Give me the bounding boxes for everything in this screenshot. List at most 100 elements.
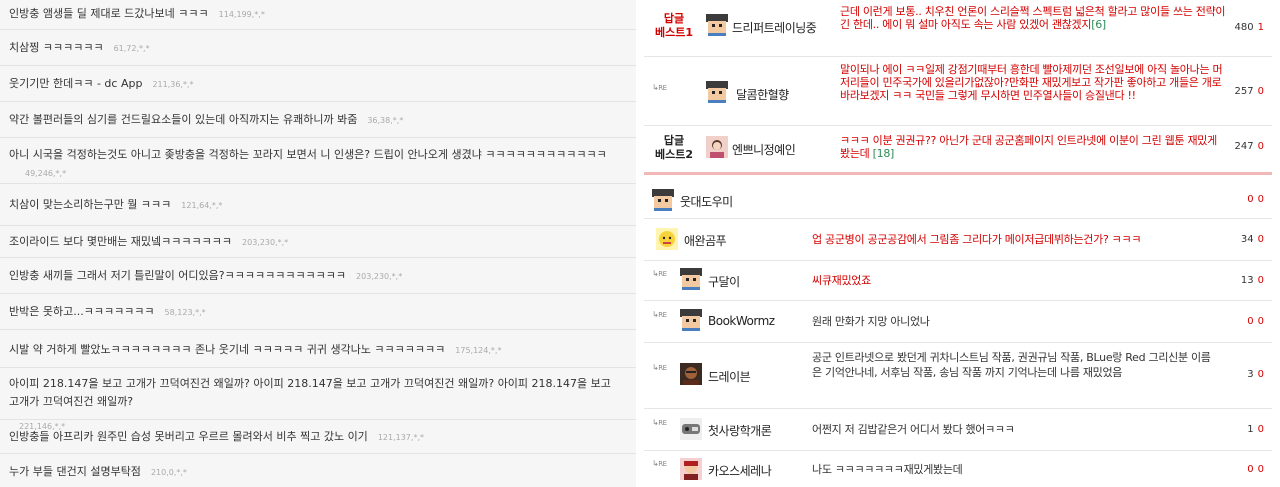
avatar bbox=[652, 189, 674, 211]
upvote-count: 247 bbox=[1234, 141, 1254, 152]
list-item: 인방충 앰생들 딜 제대로 드갔나보네 ㅋㅋㅋ 114,199,*,* bbox=[0, 0, 636, 30]
ip-address: 121,137,*,* bbox=[377, 433, 424, 442]
list-item: 치삼찡 ㅋㅋㅋㅋㅋㅋ 61,72,*,* bbox=[0, 30, 636, 66]
nickname[interactable]: 웃대도우미 bbox=[680, 193, 733, 210]
list-item: 반박은 못하고...ㅋㅋㅋㅋㅋㅋㅋ 58,123,*,* bbox=[0, 294, 636, 330]
downvote-count: 0 bbox=[1257, 234, 1264, 245]
comment-text: 약간 볼편러들의 심기를 건드릴요소들이 있는데 아직까지는 유쾌하니까 봐줌 bbox=[9, 113, 358, 126]
upvote-count: 1 bbox=[1247, 424, 1254, 435]
comment-text: 아니 시국을 걱정하는것도 아니고 좆방충을 걱정하는 꼬라지 보면서 니 인생… bbox=[9, 148, 607, 161]
nickname[interactable]: 달콤한혈향 bbox=[736, 86, 789, 103]
avatar bbox=[680, 418, 702, 440]
best-badge: 답글 베스트1 bbox=[654, 12, 693, 39]
best-comment-row: 답글 베스트1 드리퍼트레이닝중 근데 이런게 보통.. 치우친 언론이 스리슬쩍… bbox=[644, 0, 1272, 56]
downvote-count: 0 bbox=[1257, 369, 1264, 380]
avatar bbox=[680, 458, 702, 480]
reply-count[interactable]: [18] bbox=[873, 147, 895, 160]
avatar bbox=[706, 136, 728, 158]
avatar bbox=[706, 81, 728, 103]
downvote-count: 0 bbox=[1257, 86, 1264, 97]
comment-text: 근데 이런게 보통.. 치우친 언론이 스리슬쩍 스펙트럼 넓은척 할라고 많이… bbox=[840, 5, 1226, 31]
right-comment-panel: 답글 베스트1 드리퍼트레이닝중 근데 이런게 보통.. 치우친 언론이 스리슬쩍… bbox=[644, 0, 1280, 487]
list-item: 약간 볼편러들의 심기를 건드릴요소들이 있는데 아직까지는 유쾌하니까 봐줌 3… bbox=[0, 102, 636, 138]
list-item: ↳RE 첫사랑학개론 어쩐지 저 김밥같은거 어디서 봤다 했어ㅋㅋㅋ 10 bbox=[644, 409, 1272, 449]
nickname[interactable]: 구달이 bbox=[708, 273, 740, 290]
nickname[interactable]: 카오스세레나 bbox=[708, 462, 772, 479]
best-section-divider bbox=[644, 172, 1272, 175]
nickname[interactable]: 드리퍼트레이닝중 bbox=[732, 19, 817, 36]
upvote-count: 0 bbox=[1247, 194, 1254, 205]
list-item: 웃기기만 한데ㅋㅋ - dc App 211,36,*,* bbox=[0, 66, 636, 102]
best-badge: 답글 베스트2 bbox=[654, 134, 693, 161]
comment-text: 씨큐재밌었죠 bbox=[812, 274, 871, 287]
downvote-count: 0 bbox=[1257, 424, 1264, 435]
ip-address: 61,72,*,* bbox=[113, 44, 150, 53]
ip-address: 121,64,*,* bbox=[181, 201, 223, 210]
upvote-count: 257 bbox=[1234, 86, 1254, 97]
list-item: 인방충 새끼들 그래서 저기 틀린말이 어디있음?ㅋㅋㅋㅋㅋㅋㅋㅋㅋㅋㅋㅋ 203… bbox=[0, 258, 636, 294]
best-comment-row: 답글 베스트2 엔쁘니정예인 ㅋㅋㅋ 이분 권권규?? 아닌가 군대 공군홈페이지… bbox=[644, 126, 1272, 172]
comment-text: 원래 만화가 지망 아니었나 bbox=[812, 315, 930, 328]
ip-address: 36,38,*,* bbox=[367, 116, 404, 125]
comment-text: 어쩐지 저 김밥같은거 어디서 봤다 했어ㅋㅋㅋ bbox=[812, 423, 1015, 436]
comment-text: 누가 부들 댄건지 설명부탁점 bbox=[9, 465, 141, 478]
avatar bbox=[706, 14, 728, 36]
downvote-count: 0 bbox=[1257, 141, 1264, 152]
re-label: ↳RE bbox=[652, 418, 667, 427]
list-item: 치삼이 맞는소리하는구만 뭘 ㅋㅋㅋ 121,64,*,* bbox=[0, 184, 636, 226]
comment-text: 치삼찡 ㅋㅋㅋㅋㅋㅋ bbox=[9, 41, 104, 54]
comment-text: ㅋㅋㅋ 이분 권권규?? 아닌가 군대 공군홈페이지 인트라넷에 이분이 그린 … bbox=[840, 134, 1226, 160]
downvote-count: 0 bbox=[1257, 464, 1264, 475]
upvote-count: 0 bbox=[1247, 464, 1254, 475]
list-item: 웃대도우미 00 bbox=[644, 184, 1272, 216]
comment-text: 조이라이드 보다 몇만배는 재밌넼ㅋㅋㅋㅋㅋㅋㅋ bbox=[9, 235, 233, 248]
list-item: 아니 시국을 걱정하는것도 아니고 좆방충을 걱정하는 꼬라지 보면서 니 인생… bbox=[0, 138, 636, 184]
vote-stat: 30 bbox=[1247, 369, 1264, 380]
comment-body: ㅋㅋㅋ 이분 권권규?? 아닌가 군대 공군홈페이지 인트라넷에 이분이 그린 … bbox=[840, 134, 1217, 160]
list-item: 누가 부들 댄건지 설명부탁점 210,0,*,* bbox=[0, 454, 636, 487]
upvote-count: 480 bbox=[1234, 22, 1254, 33]
list-item: ↳RE 구달이 씨큐재밌었죠 13 0 bbox=[644, 261, 1272, 299]
list-item: 조이라이드 보다 몇만배는 재밌넼ㅋㅋㅋㅋㅋㅋㅋ 203,230,*,* bbox=[0, 226, 636, 258]
upvote-count: 3 bbox=[1247, 369, 1254, 380]
comment-text: 치삼이 맞는소리하는구만 뭘 ㅋㅋㅋ bbox=[9, 198, 172, 211]
avatar bbox=[656, 228, 678, 250]
comment-body: 근데 이런게 보통.. 치우친 언론이 스리슬쩍 스펙트럼 넓은척 할라고 많이… bbox=[840, 5, 1226, 31]
ip-address: 211,36,*,* bbox=[152, 80, 194, 89]
vote-stat: 00 bbox=[1247, 194, 1264, 205]
vote-stat: 480 1 bbox=[1235, 22, 1264, 33]
list-item: ↳RE 드레이븐 공군 인트라넷으로 봤던게 귀차니스트님 작품, 권권규님 작… bbox=[644, 343, 1272, 407]
comment-text: 반박은 못하고...ㅋㅋㅋㅋㅋㅋㅋ bbox=[9, 305, 155, 318]
list-item: ↳RE BookWormz 원래 만화가 지망 아니었나 00 bbox=[644, 301, 1272, 341]
comment-text: 인방충 앰생들 딜 제대로 드갔나보네 ㅋㅋㅋ bbox=[9, 7, 209, 20]
comment-text: 인방충 새끼들 그래서 저기 틀린말이 어디있음?ㅋㅋㅋㅋㅋㅋㅋㅋㅋㅋㅋㅋ bbox=[9, 269, 347, 282]
re-label: ↳RE bbox=[652, 363, 667, 372]
comment-text: 시발 약 거하게 빨았노ㅋㅋㅋㅋㅋㅋㅋㅋ 존나 웃기네 ㅋㅋㅋㅋㅋ 귀귀 생각나… bbox=[9, 343, 446, 356]
ip-address: 210,0,*,* bbox=[150, 468, 187, 477]
ip-address: 175,124,*,* bbox=[455, 346, 502, 355]
comment-text: 공군 인트라넷으로 봤던게 귀차니스트님 작품, 권권규님 작품, BLue랑 … bbox=[812, 351, 1211, 379]
ip-address: 114,199,*,* bbox=[218, 10, 265, 19]
vote-stat: 00 bbox=[1247, 464, 1264, 475]
comment-text: 인방충들 아프리카 원주민 습성 못버리고 우르르 몰려와서 비추 찍고 갔노 … bbox=[9, 430, 368, 443]
nickname[interactable]: 드레이븐 bbox=[708, 368, 751, 385]
nickname[interactable]: 엔쁘니정예인 bbox=[732, 141, 796, 158]
comment-text: 업 공군병이 공군공감에서 그림좀 그리다가 메이저급데뷔하는건가? ㅋㅋㅋ bbox=[812, 233, 1142, 246]
comment-text: 말이되나 에이 ㅋㅋ일제 강점기때부터 흥한데 빨아제끼던 조선일보에 아직 놀… bbox=[840, 63, 1223, 102]
nickname[interactable]: BookWormz bbox=[708, 314, 775, 328]
nickname[interactable]: 첫사랑학개론 bbox=[708, 422, 772, 439]
vote-stat: 13 0 bbox=[1241, 275, 1264, 286]
list-item: ↳RE 카오스세레나 나도 ㅋㅋㅋㅋㅋㅋㅋ재밌게봤는데 00 bbox=[644, 451, 1272, 487]
ip-address: 58,123,*,* bbox=[164, 308, 206, 317]
downvote-count: 0 bbox=[1257, 194, 1264, 205]
reply-count[interactable]: [6] bbox=[1091, 18, 1106, 31]
downvote-count: 1 bbox=[1257, 22, 1264, 33]
re-label: ↳RE bbox=[652, 83, 667, 92]
comment-text: 웃기기만 한데ㅋㅋ - dc App bbox=[9, 77, 143, 90]
avatar bbox=[680, 268, 702, 290]
downvote-count: 0 bbox=[1257, 316, 1264, 327]
vote-stat: 247 0 bbox=[1235, 141, 1264, 152]
ip-address: 203,230,*,* bbox=[356, 272, 403, 281]
vote-stat: 10 bbox=[1247, 424, 1264, 435]
nickname[interactable]: 애완곰푸 bbox=[684, 232, 727, 249]
